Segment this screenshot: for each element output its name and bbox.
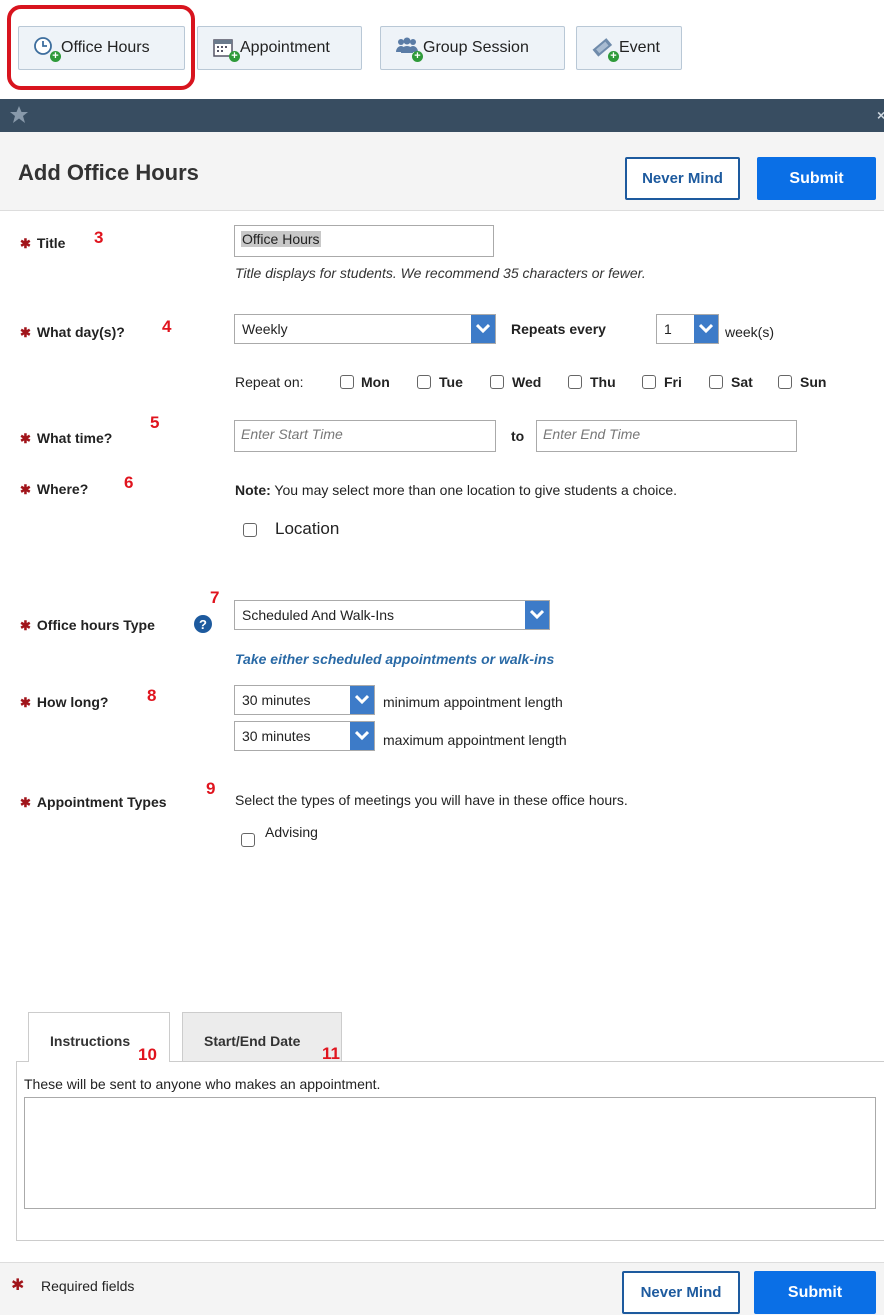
calendar-add-icon: + xyxy=(212,36,240,62)
mon-label: Mon xyxy=(361,374,390,390)
max-length-label: maximum appointment length xyxy=(383,732,567,748)
location-checkbox[interactable] xyxy=(243,523,257,537)
sat-label: Sat xyxy=(731,374,753,390)
required-star-icon: ✱ xyxy=(11,1277,25,1294)
group-add-icon: + xyxy=(395,36,423,62)
location-label: Location xyxy=(275,519,340,538)
sun-label: Sun xyxy=(800,374,827,390)
where-label: ✱ Where? xyxy=(20,481,89,497)
weeks-label: week(s) xyxy=(725,324,775,340)
annotation-4: 4 xyxy=(162,317,172,336)
thu-label: Thu xyxy=(590,374,616,390)
sat-checkbox[interactable] xyxy=(709,375,723,389)
annotation-5: 5 xyxy=(150,413,160,432)
event-button[interactable]: + Event xyxy=(576,26,682,70)
mon-checkbox[interactable] xyxy=(340,375,354,389)
repeat-count-select[interactable]: 1 xyxy=(656,314,719,344)
start-time-input[interactable]: Enter Start Time xyxy=(234,420,496,452)
where-note: Note: You may select more than one locat… xyxy=(235,482,678,498)
advising-label: Advising xyxy=(265,824,318,840)
tue-checkbox[interactable] xyxy=(417,375,431,389)
min-length-select[interactable]: 30 minutes xyxy=(234,685,375,715)
title-label: ✱ Title xyxy=(20,235,66,251)
annotation-7: 7 xyxy=(210,588,220,607)
submit-button[interactable]: Submit xyxy=(757,157,876,200)
footer-never-mind-button[interactable]: Never Mind xyxy=(622,1271,740,1314)
end-time-input[interactable]: Enter End Time xyxy=(536,420,797,452)
chevron-down-icon xyxy=(525,601,549,629)
ticket-add-icon: + xyxy=(591,36,619,62)
instructions-textarea[interactable] xyxy=(24,1097,876,1209)
close-icon[interactable]: × xyxy=(877,107,884,123)
instructions-text: These will be sent to anyone who makes a… xyxy=(24,1076,381,1092)
footer-submit-button[interactable]: Submit xyxy=(754,1271,876,1314)
required-fields-label: Required fields xyxy=(41,1278,135,1294)
appointment-label: Appointment xyxy=(240,39,330,56)
dialog-bar: × xyxy=(0,99,884,132)
tab-instructions-label: Instructions xyxy=(50,1033,131,1049)
start-time-placeholder: Enter Start Time xyxy=(241,426,343,442)
repeat-count-value: 1 xyxy=(664,321,672,337)
wed-label: Wed xyxy=(512,374,542,390)
title-input[interactable]: Office Hours xyxy=(234,225,494,257)
title-hint: Title displays for students. We recommen… xyxy=(235,265,646,281)
page-title: Add Office Hours xyxy=(18,160,199,185)
chevron-down-icon xyxy=(350,686,374,714)
min-length-value: 30 minutes xyxy=(242,692,311,708)
repeats-every-label: Repeats every xyxy=(511,321,606,337)
type-hint: Take either scheduled appointments or wa… xyxy=(235,651,555,667)
chevron-down-icon xyxy=(694,315,718,343)
to-label: to xyxy=(511,428,525,444)
annotation-3: 3 xyxy=(94,228,104,247)
tue-label: Tue xyxy=(439,374,463,390)
group-session-button[interactable]: + Group Session xyxy=(380,26,565,70)
annotation-6: 6 xyxy=(124,473,134,492)
days-select-value: Weekly xyxy=(242,321,288,337)
thu-checkbox[interactable] xyxy=(568,375,582,389)
tab-dates-label: Start/End Date xyxy=(204,1033,301,1049)
annotation-9: 9 xyxy=(206,779,216,798)
min-length-label: minimum appointment length xyxy=(383,694,563,710)
days-select[interactable]: Weekly xyxy=(234,314,496,344)
event-label: Event xyxy=(619,39,660,56)
max-length-value: 30 minutes xyxy=(242,728,311,744)
never-mind-button[interactable]: Never Mind xyxy=(625,157,740,200)
type-label: ✱ Office hours Type xyxy=(20,617,155,633)
repeat-on-label: Repeat on: xyxy=(235,374,304,390)
appt-types-label: ✱ Appointment Types xyxy=(20,794,167,810)
sun-checkbox[interactable] xyxy=(778,375,792,389)
howlong-label: ✱ How long? xyxy=(20,694,109,710)
max-length-select[interactable]: 30 minutes xyxy=(234,721,375,751)
highlight-circle xyxy=(7,5,195,90)
pin-icon[interactable] xyxy=(8,105,30,128)
fri-checkbox[interactable] xyxy=(642,375,656,389)
help-icon[interactable]: ? xyxy=(193,614,213,637)
chevron-down-icon xyxy=(471,315,495,343)
end-time-placeholder: Enter End Time xyxy=(543,426,641,442)
svg-text:?: ? xyxy=(199,617,207,632)
appt-types-text: Select the types of meetings you will ha… xyxy=(235,792,628,808)
group-session-label: Group Session xyxy=(423,39,529,56)
time-label: ✱ What time? xyxy=(20,430,113,446)
annotation-8: 8 xyxy=(147,686,157,705)
tab-start-end-date[interactable]: Start/End Date xyxy=(182,1012,342,1061)
annotation-11: 11 xyxy=(322,1044,340,1063)
chevron-down-icon xyxy=(350,722,374,750)
annotation-10: 10 xyxy=(138,1045,157,1064)
title-input-value: Office Hours xyxy=(241,231,321,247)
appointment-button[interactable]: + Appointment xyxy=(197,26,362,70)
advising-checkbox[interactable] xyxy=(241,833,255,847)
wed-checkbox[interactable] xyxy=(490,375,504,389)
days-label: ✱ What day(s)? xyxy=(20,324,125,340)
fri-label: Fri xyxy=(664,374,682,390)
type-select[interactable]: Scheduled And Walk-Ins xyxy=(234,600,550,630)
type-select-value: Scheduled And Walk-Ins xyxy=(242,607,395,623)
